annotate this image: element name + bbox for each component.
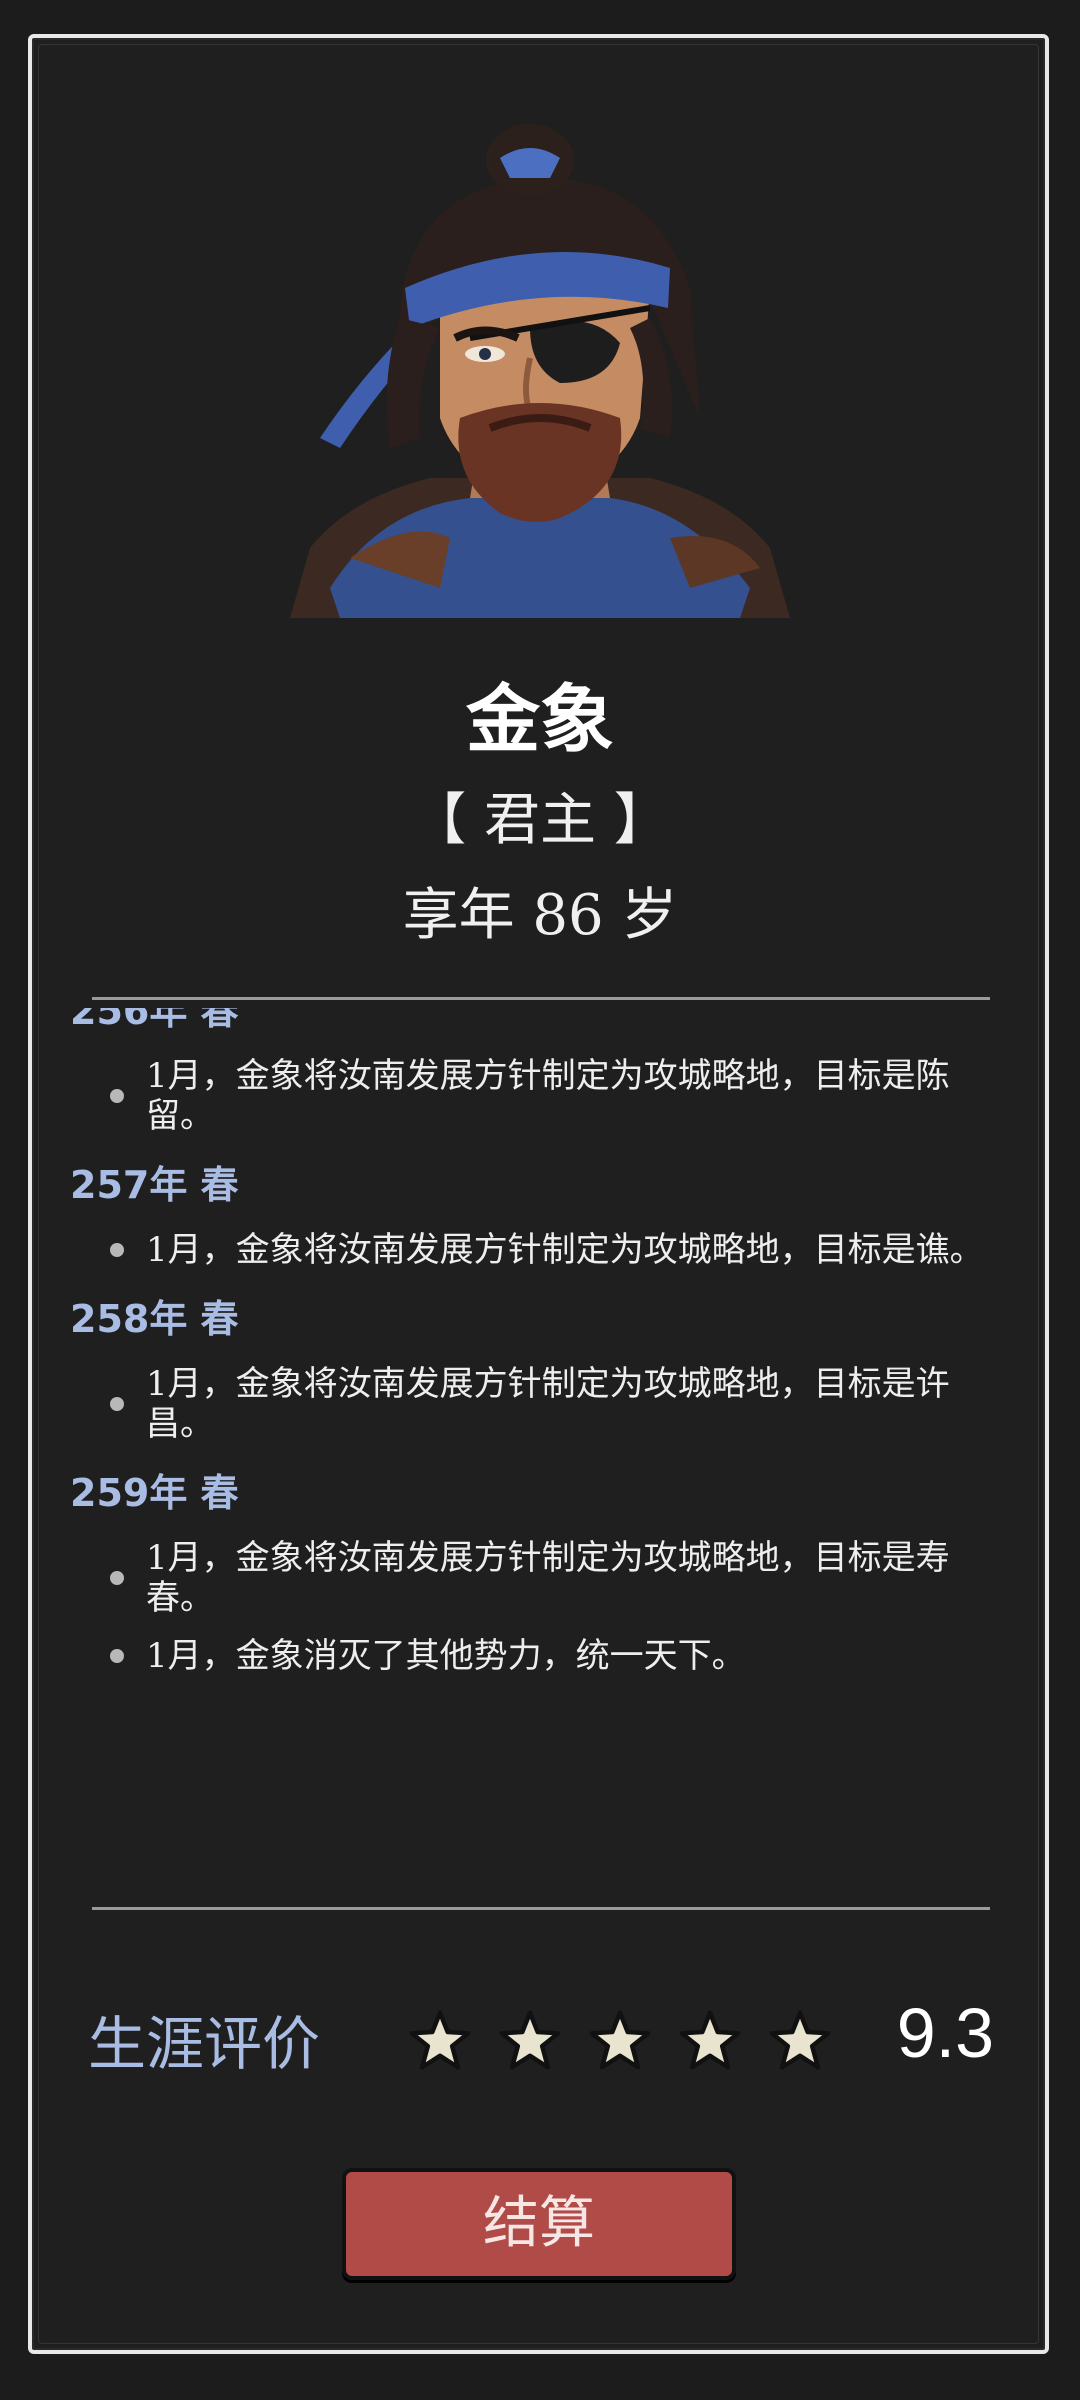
character-age: 享年 86 岁	[402, 883, 678, 948]
character-name: 金象	[466, 677, 614, 763]
log-entry: 1月，金象消灭了其他势力，统一天下。	[70, 1636, 1010, 1676]
rating-label: 生涯评价	[88, 2010, 321, 2078]
star-icon	[769, 2010, 831, 2070]
log-entry-text: 1月，金象将汝南发展方针制定为攻城略地，目标是谯。	[146, 1230, 984, 1270]
rating-stars	[408, 2009, 853, 2079]
character-portrait	[290, 118, 790, 618]
log-year-group: 258年 春 1月，金象将汝南发展方针制定为攻城略地，目标是许昌。	[70, 1288, 1010, 1444]
log-year-group: 259年 春 1月，金象将汝南发展方针制定为攻城略地，目标是寿春。 1月，金象消…	[70, 1462, 1010, 1676]
career-rating: 生涯评价 9.3	[0, 1985, 1080, 2095]
log-year: 257年 春	[70, 1163, 239, 1207]
bullet-icon	[110, 1397, 124, 1411]
star-icon	[589, 2010, 651, 2070]
log-year: 256年 春	[70, 1008, 239, 1033]
star-icon	[679, 2010, 741, 2070]
log-entry-text: 1月，金象将汝南发展方针制定为攻城略地，目标是许昌。	[146, 1364, 950, 1444]
log-entry: 1月，金象将汝南发展方针制定为攻城略地，目标是谯。	[70, 1230, 1010, 1270]
log-entry-text: 1月，金象将汝南发展方针制定为攻城略地，目标是寿春。	[146, 1538, 950, 1618]
rating-score: 9.3	[896, 1994, 994, 2072]
log-year: 258年 春	[70, 1297, 239, 1341]
bullet-icon	[110, 1571, 124, 1585]
character-title: 【 君主 】	[410, 788, 670, 853]
event-log[interactable]: 256年 春 1月，金象将汝南发展方针制定为攻城略地，目标是陈留。 257年 春…	[70, 1008, 1010, 1858]
divider-bottom	[92, 1907, 990, 1910]
bullet-icon	[110, 1649, 124, 1663]
log-entry-text: 1月，金象将汝南发展方针制定为攻城略地，目标是陈留。	[146, 1056, 950, 1136]
log-entry: 1月，金象将汝南发展方针制定为攻城略地，目标是陈留。	[70, 1056, 1010, 1136]
settle-button[interactable]: 结算	[342, 2168, 736, 2280]
bullet-icon	[110, 1243, 124, 1257]
star-icon	[409, 2010, 471, 2070]
log-entry-text: 1月，金象消灭了其他势力，统一天下。	[146, 1636, 746, 1676]
log-year-group: 256年 春 1月，金象将汝南发展方针制定为攻城略地，目标是陈留。	[70, 1008, 1010, 1136]
log-entry: 1月，金象将汝南发展方针制定为攻城略地，目标是许昌。	[70, 1364, 1010, 1444]
divider-top	[92, 997, 990, 1000]
log-year: 259年 春	[70, 1471, 239, 1515]
bullet-icon	[110, 1089, 124, 1103]
log-year-group: 257年 春 1月，金象将汝南发展方针制定为攻城略地，目标是谯。	[70, 1154, 1010, 1270]
star-icon	[499, 2010, 561, 2070]
log-entry: 1月，金象将汝南发展方针制定为攻城略地，目标是寿春。	[70, 1538, 1010, 1618]
